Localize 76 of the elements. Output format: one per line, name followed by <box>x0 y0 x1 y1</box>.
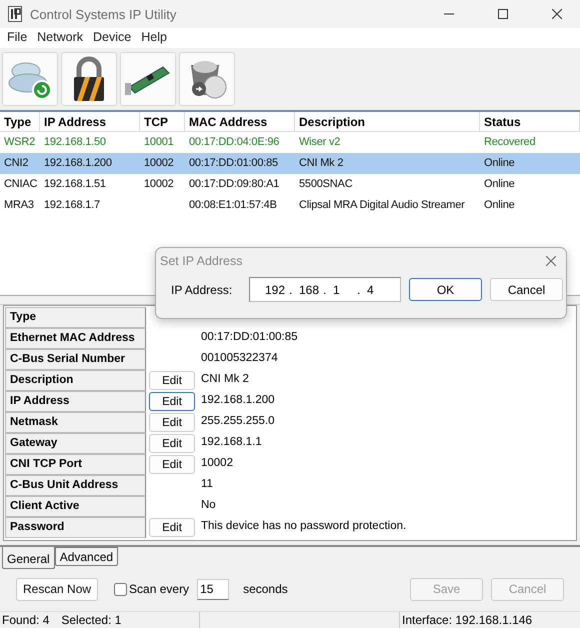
table-cell-text: CNI2 <box>3 156 30 171</box>
dialog-title: Set IP Address <box>160 254 242 268</box>
property-value: No <box>200 498 217 513</box>
table-cell-text: WSR2 <box>3 135 36 150</box>
menu-item[interactable]: File <box>2 28 32 48</box>
network-card-icon[interactable] <box>120 52 176 106</box>
property-label: Client Active <box>5 496 146 517</box>
status-text: Found: 4 <box>2 613 50 627</box>
table-cell-text: Wiser v2 <box>298 135 342 150</box>
property-value: 001005322374 <box>200 351 279 366</box>
app-icon <box>8 6 22 22</box>
edit-button[interactable]: Edit <box>149 455 195 474</box>
property-label: C-Bus Unit Address <box>5 475 146 496</box>
status-text: Selected: 1 <box>61 613 122 627</box>
property-label: Description <box>5 370 146 391</box>
property-label: CNI TCP Port <box>5 454 146 475</box>
table-cell-text: 00:17:DD:01:00:85 <box>188 156 279 171</box>
property-label: Gateway <box>5 433 146 454</box>
property-value: This device has no password protection. <box>200 519 408 534</box>
rescan-button[interactable]: Rescan Now <box>16 578 98 600</box>
status-text: Interface: 192.168.1.146 <box>402 613 532 627</box>
edit-button[interactable]: Edit <box>149 413 195 432</box>
property-value: 192.168.1.1 <box>200 435 263 450</box>
property-label: C-Bus Serial Number <box>5 349 146 370</box>
edit-button[interactable]: Edit <box>149 371 195 390</box>
device-row[interactable]: CNI2 192.168.1.200 10002 00:17:DD:01:00:85 CNI Mk 2 Online <box>0 153 580 174</box>
cloud-refresh-icon[interactable] <box>2 52 58 106</box>
field-label: IP Address: <box>171 282 234 296</box>
tab[interactable]: Advanced <box>54 547 118 566</box>
property-label: Password <box>5 517 146 538</box>
table-cell-text: Clipsal MRA Digital Audio Streamer <box>298 198 466 213</box>
property-value: 255.255.255.0 <box>200 414 276 429</box>
unit-label: seconds <box>243 582 288 596</box>
window-title: Control Systems IP Utility <box>30 6 178 22</box>
property-value: 11 <box>200 477 214 492</box>
property-value: 192.168.1.200 <box>200 393 276 408</box>
edit-button[interactable]: Edit <box>149 392 195 411</box>
table-cell-text: 5500SNAC <box>298 177 354 192</box>
checkbox-label: Scan every <box>129 582 190 596</box>
table-cell-text: 192.168.1.51 <box>43 177 107 192</box>
table-cell-text: 192.168.1.7 <box>43 198 101 213</box>
tab[interactable]: General <box>2 547 55 569</box>
property-label: Type <box>5 307 146 328</box>
interval-field[interactable]: 15 <box>197 578 230 600</box>
table-cell-text: MRA3 <box>3 198 35 213</box>
table-cell-text: 10002 <box>143 156 175 171</box>
ip-address-field[interactable]: 192 . 168 . 1 . 4 <box>249 277 401 302</box>
table-cell-text: Recovered <box>483 135 536 150</box>
property-label: IP Address <box>5 391 146 412</box>
table-cell-text: CNI Mk 2 <box>298 156 344 171</box>
table-cell-text: Online <box>483 177 516 192</box>
menu-item[interactable]: Device <box>88 28 136 48</box>
table-cell-text: Online <box>483 198 516 213</box>
menu-item[interactable]: Help <box>136 28 172 48</box>
property-label: Ethernet MAC Address <box>5 328 146 349</box>
property-value: 00:17:DD:01:00:85 <box>200 330 299 345</box>
table-cell-text: 192.168.1.200 <box>43 156 113 171</box>
table-cell-text: 192.168.1.50 <box>43 135 107 150</box>
table-cell-text: CNIAC <box>3 177 38 192</box>
cancel-button[interactable]: Cancel <box>490 278 563 301</box>
table-cell-text: Online <box>483 156 516 171</box>
padlock-icon[interactable] <box>61 52 117 106</box>
checkbox[interactable] <box>114 582 128 596</box>
property-value: CNI Mk 2 <box>200 372 250 387</box>
table-cell-text: 00:17:DD:09:80:A1 <box>188 177 280 192</box>
close-icon[interactable] <box>546 256 556 266</box>
edit-button[interactable]: Edit <box>149 518 195 537</box>
edit-button[interactable]: Edit <box>149 434 195 453</box>
property-value: 10002 <box>200 456 234 471</box>
menu-item[interactable]: Network <box>32 28 88 48</box>
table-cell-text: 10001 <box>143 135 175 150</box>
table-cell-text: 00:17:DD:04:0E:96 <box>188 135 280 150</box>
property-label: Netmask <box>5 412 146 433</box>
table-cell-text: 10002 <box>143 177 175 192</box>
table-cell-text: 00:08:E1:01:57:4B <box>188 198 278 213</box>
ok-button[interactable]: OK <box>409 278 482 301</box>
